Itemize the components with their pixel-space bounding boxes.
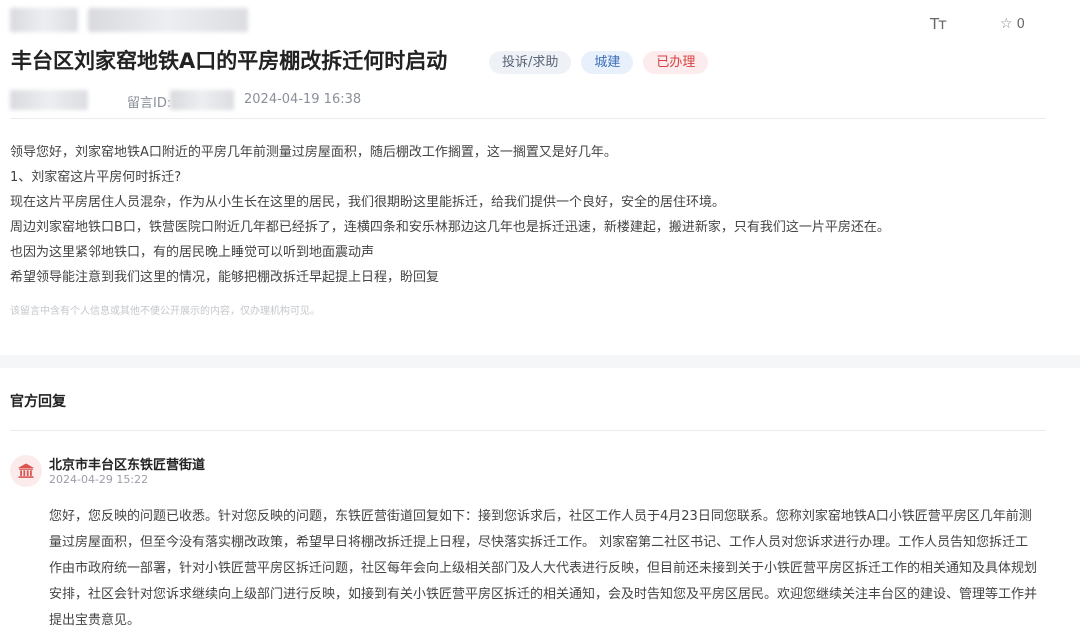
tag-category[interactable]: 投诉/求助: [489, 51, 572, 74]
tag-topic[interactable]: 城建: [581, 51, 634, 74]
redacted-breadcrumb-2: [88, 8, 248, 32]
office-name: 北京市丰台区东铁匠营街道: [49, 458, 206, 473]
star-outline-icon: ☆: [1000, 16, 1013, 32]
font-size-icon[interactable]: Tт: [930, 15, 947, 33]
favorite-button[interactable]: ☆ 0: [1000, 16, 1025, 32]
divider: [10, 430, 1046, 431]
message-body: 领导您好，刘家窑地铁A口附近的平房几年前测量过房屋面积，随后棚改工作搁置，这一搁…: [10, 140, 1050, 290]
message-id-label: 留言ID:: [127, 96, 172, 111]
reply-line: 作由市政府统一部署，针对小铁匠营平房区拆迁问题，社区每年会向上级相关部门及人大代…: [49, 561, 1038, 576]
body-line: 周边刘家窑地铁口B口，铁营医院口附近几年都已经拆了，连横四条和安乐林那边这几年也…: [10, 220, 890, 235]
divider: [10, 118, 1046, 119]
reply-line: 提出宝贵意见。: [49, 613, 141, 628]
government-building-icon: [10, 455, 42, 487]
reply-heading: 官方回复: [10, 394, 66, 410]
message-card: Tт ☆ 0 丰台区刘家窑地铁A口的平房棚改拆迁何时启动 投诉/求助 城建 已办…: [0, 0, 1080, 355]
page-title: 丰台区刘家窑地铁A口的平房棚改拆迁何时启动: [11, 49, 448, 73]
body-line: 也因为这里紧邻地铁口，有的居民晚上睡觉可以听到地面震动声: [10, 245, 375, 260]
reply-line: 安排，社区会针对您诉求继续向上级部门进行反映，如接到有关小铁匠营平房区拆迁的相关…: [49, 587, 1038, 602]
status-badge: 已办理: [643, 51, 709, 74]
favorite-count: 0: [1016, 16, 1025, 32]
body-line: 1、刘家窑这片平房何时拆迁?: [10, 170, 182, 185]
body-line: 现在这片平房居住人员混杂，作为从小生长在这里的居民，我们很期盼这里能拆迁，给我们…: [10, 195, 726, 210]
redacted-author: [10, 90, 88, 110]
reply-date: 2024-04-29 15:22: [49, 473, 149, 486]
message-id: 留言ID:: [127, 92, 171, 111]
privacy-notice: 该留言中含有个人信息或其他不便公开展示的内容，仅办理机构可见。: [10, 306, 320, 317]
reply-line: 量过房屋面积，但至今没有落实棚改政策，希望早日将棚改拆迁提上日程，尽快落实拆迁工…: [49, 535, 1029, 550]
reply-line: 您好，您反映的问题已收悉。针对您反映的问题，东铁匠营街道回复如下：接到您诉求后，…: [49, 509, 1032, 524]
body-line: 希望领导能注意到我们这里的情况，能够把棚改拆迁早起提上日程，盼回复: [10, 270, 440, 285]
post-date: 2024-04-19 16:38: [244, 92, 362, 107]
reply-body: 您好，您反映的问题已收悉。针对您反映的问题，东铁匠营街道回复如下：接到您诉求后，…: [49, 504, 1059, 634]
tag-list: 投诉/求助 城建 已办理: [489, 51, 709, 74]
body-line: 领导您好，刘家窑地铁A口附近的平房几年前测量过房屋面积，随后棚改工作搁置，这一搁…: [10, 145, 617, 160]
redacted-breadcrumb-1: [10, 8, 78, 32]
redacted-message-id: [170, 90, 234, 110]
